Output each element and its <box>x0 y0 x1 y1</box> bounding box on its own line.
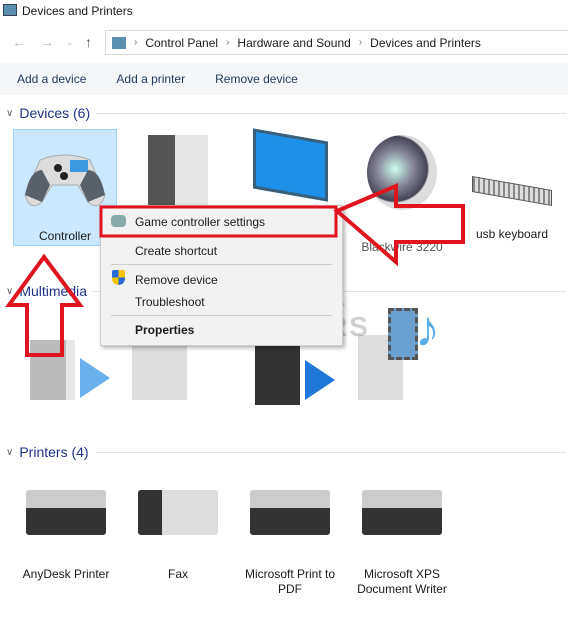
highlight-box <box>99 205 338 238</box>
up-arrow-annotation <box>5 253 84 357</box>
annotation-overlay <box>5 182 465 357</box>
left-arrow-annotation <box>333 182 465 267</box>
